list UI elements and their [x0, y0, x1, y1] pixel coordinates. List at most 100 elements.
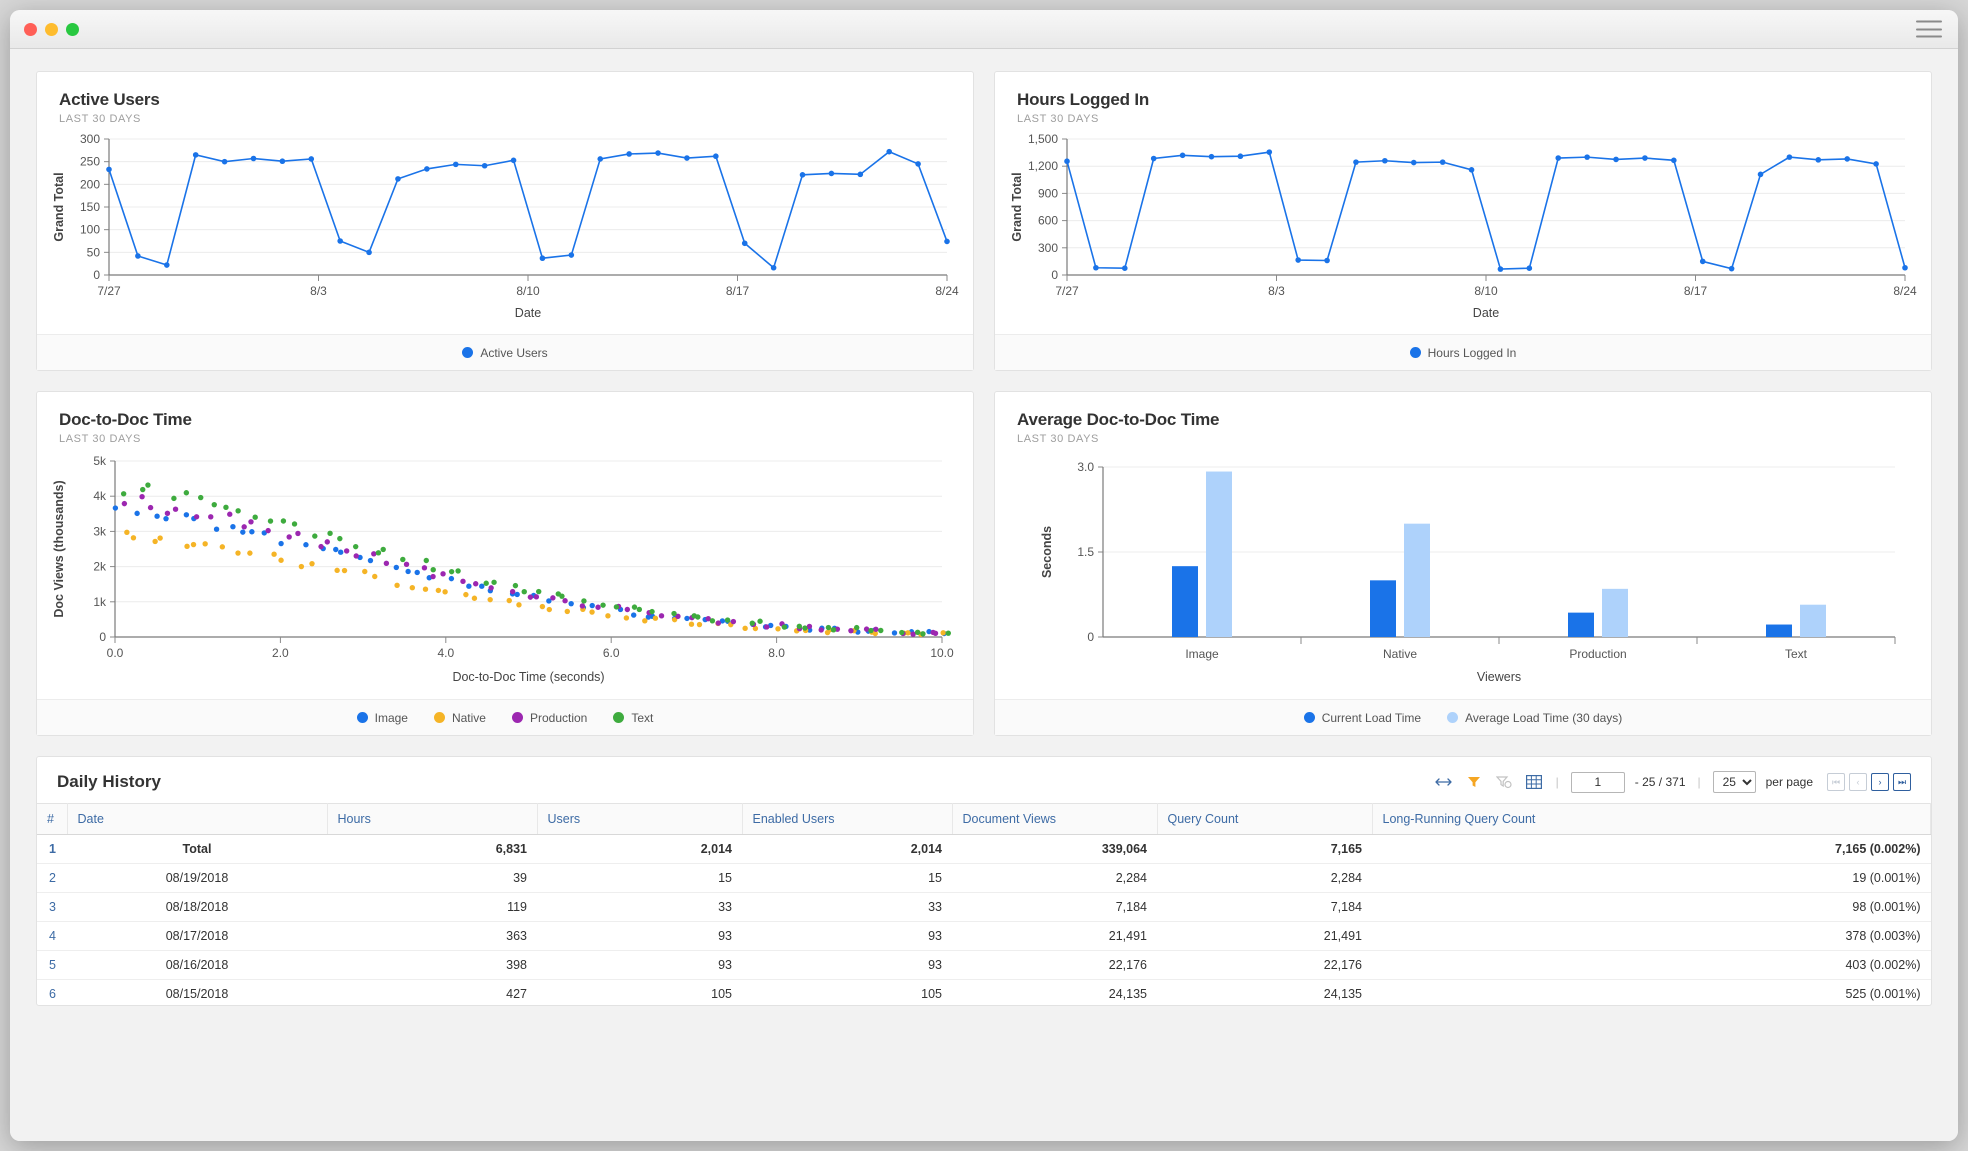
- legend-item-text[interactable]: Text: [613, 711, 653, 725]
- cell-long-running-query-count: 98 (0.001%): [1372, 892, 1931, 922]
- daily-history-panel: Daily History | - 25: [36, 756, 1932, 1006]
- per-page-label: per page: [1765, 775, 1813, 789]
- cell-date: 08/17/2018: [67, 921, 327, 951]
- svg-text:600: 600: [1038, 214, 1058, 228]
- window-controls: [24, 22, 79, 36]
- card-header: Doc-to-Doc Time LAST 30 DAYS: [37, 392, 973, 445]
- svg-text:300: 300: [1038, 241, 1058, 255]
- cell-hours: 119: [327, 892, 537, 922]
- svg-text:250: 250: [80, 155, 100, 169]
- cell-users: 2,014: [537, 834, 742, 864]
- cell-query-count: 22,176: [1157, 950, 1372, 980]
- next-page-button[interactable]: ›: [1871, 773, 1889, 791]
- close-window-button[interactable]: [24, 22, 37, 36]
- table-body: 1 Total 6,831 2,014 2,014 339,064 7,165 7,165 (…: [37, 834, 1931, 1005]
- legend-label: Hours Logged In: [1427, 345, 1517, 360]
- cell-long-running-query-count: 525 (0.001%): [1372, 979, 1931, 1005]
- card-subtitle: LAST 30 DAYS: [59, 433, 141, 445]
- column-header-date[interactable]: Date: [67, 803, 328, 835]
- legend-item[interactable]: Hours Logged In: [1409, 345, 1517, 360]
- active-users-legend: Active Users: [37, 334, 973, 370]
- svg-text:2.0: 2.0: [272, 646, 289, 660]
- filter-icon[interactable]: [1464, 773, 1484, 791]
- record-range-label: - 25 / 371: [1634, 775, 1686, 789]
- clear-filter-icon[interactable]: [1494, 773, 1514, 791]
- table-row[interactable]: 1 Total 6,831 2,014 2,014 339,064 7,165 7,165 (…: [37, 834, 1931, 864]
- grid-icon[interactable]: [1524, 773, 1544, 791]
- column-header-query-count[interactable]: Query Count: [1157, 803, 1373, 835]
- page-title: Average Doc-to-Doc Time: [1017, 410, 1220, 429]
- cell-hours: 427: [327, 979, 537, 1005]
- svg-text:300: 300: [80, 132, 100, 146]
- average-doc-to-doc-bar-chart[interactable]: 0 1.5 3.0 Image Native Production Text Viewers S…: [995, 445, 1931, 705]
- legend-item-current-load-time[interactable]: Current Load Time: [1303, 710, 1422, 725]
- legend-item-image[interactable]: Image: [356, 710, 408, 725]
- cell-enabled-users: 93: [742, 921, 952, 951]
- column-header-hours[interactable]: Hours: [327, 803, 538, 835]
- table-row[interactable]: 6 08/15/2018 427 105 105 24,135 24,135 525 (0.0…: [37, 979, 1931, 1005]
- page-number-input[interactable]: [1570, 771, 1625, 793]
- svg-text:3.0: 3.0: [1077, 460, 1094, 474]
- cell-query-count: 7,165: [1157, 834, 1372, 864]
- svg-text:8/3: 8/3: [310, 284, 327, 298]
- svg-text:Image: Image: [1185, 647, 1219, 661]
- column-header-document-views[interactable]: Document Views: [952, 803, 1158, 835]
- cell-document-views: 7,184: [952, 892, 1157, 922]
- svg-text:8/10: 8/10: [516, 284, 540, 298]
- svg-text:7/27: 7/27: [97, 284, 121, 298]
- svg-text:8/24: 8/24: [1893, 284, 1917, 298]
- column-header-users[interactable]: Users: [537, 803, 743, 835]
- svg-text:150: 150: [80, 200, 100, 214]
- column-header-enabled-users[interactable]: Enabled Users: [742, 803, 953, 835]
- legend-label: Image: [374, 710, 408, 725]
- previous-page-button[interactable]: ‹: [1849, 773, 1867, 791]
- cell-users: 33: [537, 892, 742, 922]
- cell-document-views: 339,064: [952, 834, 1157, 864]
- column-header-long-running-query-count[interactable]: Long-Running Query Count: [1372, 803, 1931, 835]
- cell-date: 08/15/2018: [67, 979, 327, 1005]
- legend-label: Average Load Time (30 days): [1465, 710, 1623, 725]
- maximize-window-button[interactable]: [66, 22, 79, 36]
- resize-columns-icon[interactable]: [1434, 773, 1454, 791]
- doc-to-doc-scatter[interactable]: 0 1k 2k 3k 4k 5k 0.0 2.0 4.0 6.0 8.0 10.0 Doc-to-Doc…: [37, 445, 973, 705]
- table-row[interactable]: 2 08/19/2018 39 15 15 2,284 2,284 19 (0.001%): [37, 863, 1931, 893]
- active-users-chart[interactable]: 0 50 100 150 200 250 300 7/27 8/3 8/10 8/17 8/24 Dat…: [37, 125, 973, 340]
- cell-hours: 398: [327, 950, 537, 980]
- table-title: Daily History: [57, 772, 161, 791]
- table-row[interactable]: 4 08/17/2018 363 93 93 21,491 21,491 378 (0.003…: [37, 921, 1931, 951]
- cell-enabled-users: 2,014: [742, 834, 952, 864]
- legend-label: Current Load Time: [1321, 710, 1422, 725]
- column-header-index[interactable]: #: [37, 803, 68, 835]
- last-page-button[interactable]: ⏭: [1893, 773, 1911, 791]
- svg-text:8/10: 8/10: [1474, 284, 1498, 298]
- legend-item[interactable]: Active Users: [462, 346, 548, 360]
- svg-text:Viewers: Viewers: [1477, 670, 1521, 684]
- row-index: 6: [37, 979, 67, 1005]
- hours-logged-chart[interactable]: 0 300 600 900 1,200 1,500 7/27 8/3 8/10 8/17 8/24 D…: [995, 125, 1931, 340]
- svg-text:200: 200: [80, 177, 100, 191]
- per-page-select[interactable]: 25: [1712, 771, 1756, 793]
- page-title: Doc-to-Doc Time: [59, 410, 192, 429]
- legend-item-production[interactable]: Production: [511, 711, 587, 725]
- svg-text:3k: 3k: [93, 524, 107, 538]
- svg-text:Seconds: Seconds: [1040, 526, 1054, 578]
- menu-icon[interactable]: [1916, 20, 1942, 38]
- cell-enabled-users: 15: [742, 863, 952, 893]
- table-row[interactable]: 3 08/18/2018 119 33 33 7,184 7,184 98 (0.001%): [37, 892, 1931, 922]
- svg-text:50: 50: [87, 245, 101, 259]
- legend-swatch-icon: [1447, 712, 1459, 723]
- cell-hours: 363: [327, 921, 537, 951]
- legend-item-native[interactable]: Native: [433, 711, 486, 725]
- svg-text:5k: 5k: [93, 454, 107, 468]
- row-index: 5: [37, 950, 67, 980]
- legend-item-average-load-time[interactable]: Average Load Time (30 days): [1447, 711, 1622, 725]
- first-page-button[interactable]: ⏮: [1827, 773, 1845, 791]
- table-row[interactable]: 5 08/16/2018 398 93 93 22,176 22,176 403 (0.002…: [37, 950, 1931, 980]
- toolbar-divider: |: [1555, 775, 1559, 789]
- cell-hours: 39: [327, 863, 537, 893]
- minimize-window-button[interactable]: [45, 22, 58, 36]
- cell-query-count: 2,284: [1157, 863, 1372, 893]
- card-average-doc-to-doc-time: Average Doc-to-Doc Time LAST 30 DAYS 0 1.…: [994, 391, 1932, 736]
- legend-label: Text: [631, 710, 654, 725]
- svg-text:0: 0: [1051, 268, 1058, 282]
